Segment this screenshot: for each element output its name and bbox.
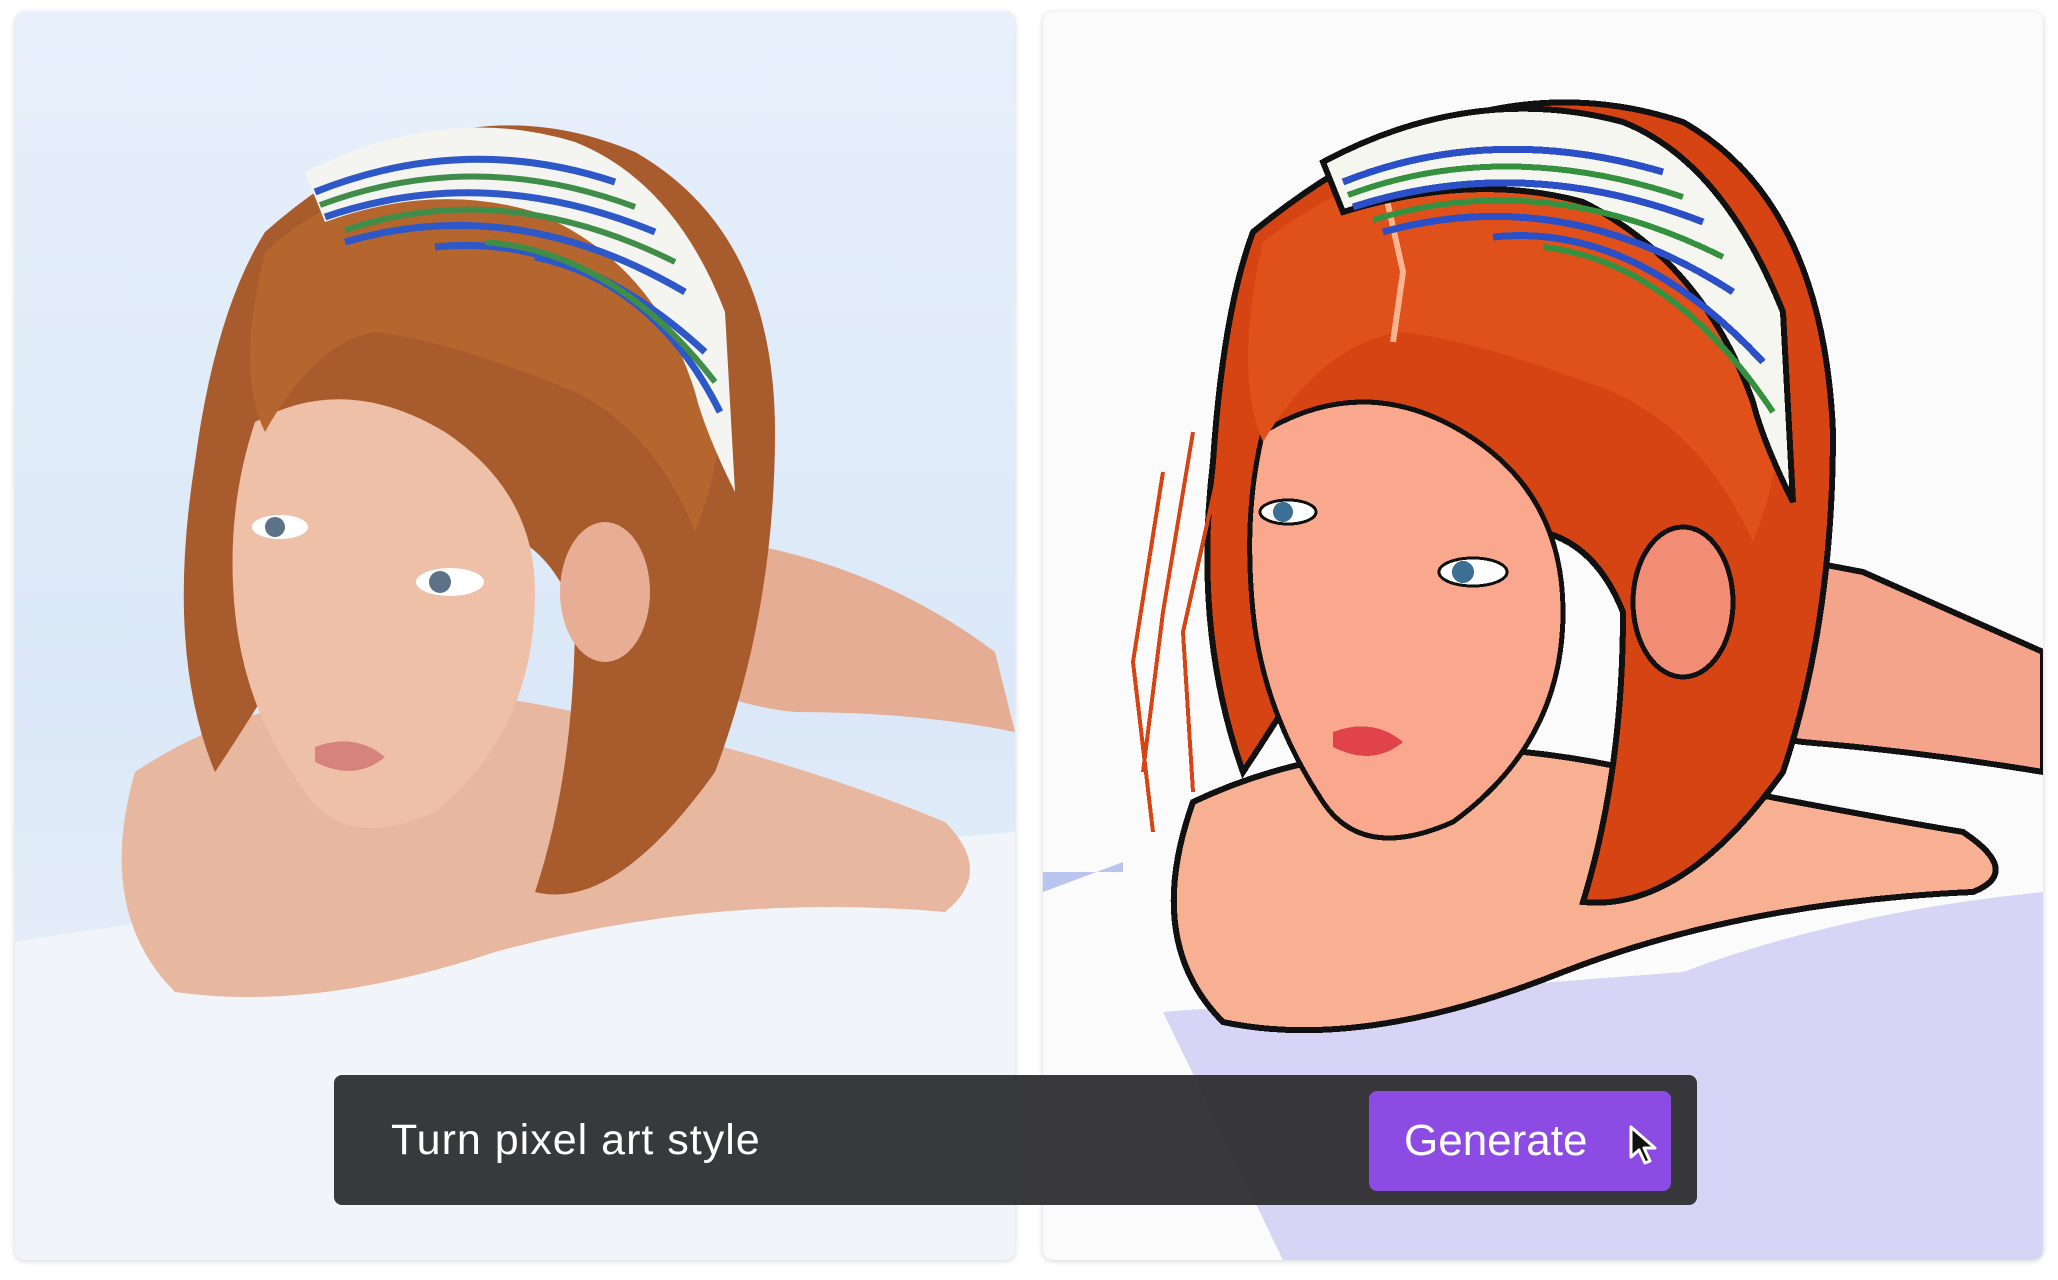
generate-button-label: Generate	[1404, 1116, 1588, 1165]
generate-button[interactable]: Generate	[1369, 1091, 1671, 1191]
pixel-art-result-card	[1043, 12, 2043, 1260]
original-photo-card	[15, 12, 1015, 1260]
pixel-art-result	[1043, 99, 2043, 1260]
original-photo	[15, 125, 1015, 1260]
prompt-text[interactable]: Turn pixel art style	[391, 1075, 761, 1205]
comparison-canvas: Turn pixel art style Generate	[0, 0, 2058, 1280]
prompt-bar: Turn pixel art style Generate	[334, 1075, 1697, 1205]
mouse-pointer-icon	[1629, 1125, 1657, 1165]
